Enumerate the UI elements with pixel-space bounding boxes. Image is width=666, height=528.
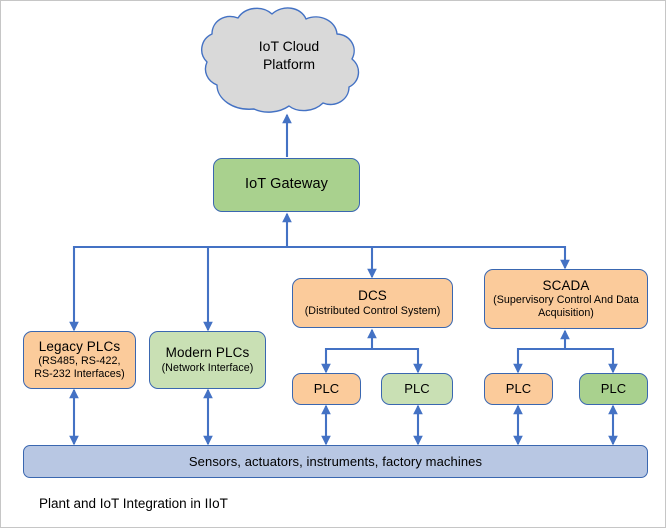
node-modern-plcs-subtitle: (Network Interface) <box>161 361 254 374</box>
node-legacy-plcs[interactable]: Legacy PLCs (RS485, RS-422, RS-232 Inter… <box>23 331 136 389</box>
diagram-canvas: IoT Cloud Platform IoT Gateway Legacy PL… <box>0 0 666 528</box>
cloud-label-line2: Platform <box>262 56 316 73</box>
node-scada[interactable]: SCADA (Supervisory Control And Data Acqu… <box>484 269 648 329</box>
node-field-layer[interactable]: Sensors, actuators, instruments, factory… <box>23 445 648 478</box>
node-plc-scada-2[interactable]: PLC <box>579 373 648 405</box>
node-scada-subtitle: (Supervisory Control And Data Acquisitio… <box>493 294 639 320</box>
node-plc-scada-1[interactable]: PLC <box>484 373 553 405</box>
node-plc-dcs-2-title: PLC <box>404 381 430 397</box>
node-legacy-plcs-title: Legacy PLCs <box>38 338 121 354</box>
node-iot-gateway[interactable]: IoT Gateway <box>213 158 360 212</box>
node-plc-dcs-2[interactable]: PLC <box>381 373 453 405</box>
node-plc-scada-1-title: PLC <box>505 381 532 397</box>
node-dcs-title: DCS <box>358 288 387 304</box>
node-modern-plcs[interactable]: Modern PLCs (Network Interface) <box>149 331 266 389</box>
node-scada-title: SCADA <box>542 277 590 293</box>
node-dcs-subtitle: (Distributed Control System) <box>304 304 441 317</box>
node-plc-dcs-1-title: PLC <box>313 381 340 397</box>
node-plc-scada-2-title: PLC <box>600 381 627 397</box>
diagram-caption: Plant and IoT Integration in IIoT <box>39 496 228 511</box>
cloud-node-label: IoT Cloud Platform <box>214 37 364 74</box>
node-field-layer-title: Sensors, actuators, instruments, factory… <box>188 453 483 469</box>
node-legacy-plcs-subtitle: (RS485, RS-422, RS-232 Interfaces) <box>34 355 125 381</box>
node-iot-gateway-title: IoT Gateway <box>244 176 329 193</box>
cloud-label-line1: IoT Cloud <box>258 38 320 54</box>
node-plc-dcs-1[interactable]: PLC <box>292 373 361 405</box>
node-modern-plcs-title: Modern PLCs <box>165 345 250 361</box>
node-dcs[interactable]: DCS (Distributed Control System) <box>292 278 453 328</box>
